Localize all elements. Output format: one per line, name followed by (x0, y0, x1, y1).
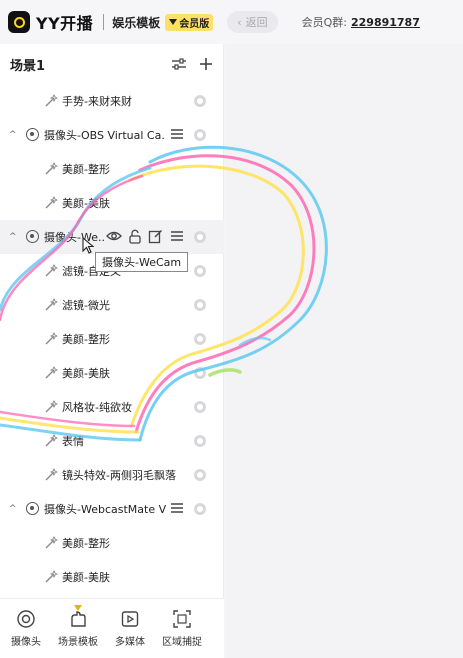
camera-icon (26, 128, 39, 141)
list-item[interactable]: 美颜-整形 (0, 526, 224, 560)
nav-label: 区域捕捉 (162, 637, 202, 648)
item-label: 摄像头-OBS Virtual Ca... (44, 129, 166, 142)
item-label: 表情 (62, 435, 84, 448)
preview-area (225, 44, 463, 658)
vip-badge: 会员版 (165, 13, 214, 31)
wand-icon (44, 263, 59, 281)
qq-group-number[interactable]: 229891787 (351, 16, 420, 29)
item-label: 手势-来财来财 (62, 95, 132, 108)
eye-icon[interactable] (106, 230, 122, 242)
menu-icon[interactable] (170, 502, 184, 514)
visibility-dot-icon[interactable] (194, 129, 206, 141)
item-label: 风格妆-纯欲妆 (62, 401, 132, 414)
tooltip-text: 摄像头-WeCam (102, 256, 182, 269)
wand-icon (44, 161, 59, 179)
list-item[interactable]: 风格妆-纯欲妆 (0, 390, 224, 424)
visibility-dot-icon[interactable] (194, 367, 206, 379)
visibility-dot-icon[interactable] (194, 265, 206, 277)
visibility-dot-icon[interactable] (194, 503, 206, 515)
wand-icon (44, 399, 59, 417)
list-item[interactable]: 美颜-整形 (0, 152, 224, 186)
item-label: 美颜-整形 (62, 333, 110, 346)
nav-label: 摄像头 (11, 637, 41, 648)
list-item[interactable]: 手势-来财来财 (0, 84, 224, 118)
app-brand: YY开播 (36, 14, 94, 33)
nav-scene-template[interactable]: 场景模板 (52, 599, 104, 658)
scene-header: 场景1 (0, 44, 223, 84)
top-bar: YY开播 娱乐模板 会员版 ‹ 返回 会员Q群: 229891787 (0, 0, 463, 44)
list-item[interactable]: 美颜-美肤 (0, 356, 224, 390)
wand-icon (44, 467, 59, 485)
visibility-dot-icon[interactable] (194, 401, 206, 413)
list-item[interactable]: 滤镜-微光 (0, 288, 224, 322)
wand-icon (44, 433, 59, 451)
visibility-dot-icon[interactable] (194, 299, 206, 311)
wand-icon (44, 569, 59, 587)
wand-icon (44, 93, 59, 111)
source-panel: 场景1 手势-来财来财 ^ 摄像头-OBS Virtual Ca... 美颜-整… (0, 44, 224, 658)
camera-icon (16, 609, 36, 629)
wand-icon (44, 297, 59, 315)
camera-row[interactable]: ^ 摄像头-OBS Virtual Ca... (0, 118, 224, 152)
qq-group-label: 会员Q群: (301, 16, 347, 29)
divider (103, 14, 105, 30)
back-label: 返回 (245, 16, 268, 29)
camera-row-selected[interactable]: ^ 摄像头-We... (0, 220, 224, 254)
nav-label: 场景模板 (58, 637, 98, 648)
template-icon (68, 609, 88, 629)
list-item[interactable]: 表情 (0, 424, 224, 458)
item-label: 摄像头-We... (44, 231, 106, 244)
diamond-icon (169, 19, 178, 25)
list-item[interactable]: 美颜-整形 (0, 322, 224, 356)
nav-multimedia[interactable]: 多媒体 (104, 599, 156, 658)
chevron-left-icon: ‹ (237, 15, 242, 29)
visibility-dot-icon[interactable] (194, 95, 206, 107)
item-label: 镜头特效-两侧羽毛飘落 (62, 469, 176, 482)
nav-camera[interactable]: 摄像头 (0, 599, 52, 658)
menu-icon[interactable] (170, 128, 184, 140)
wand-icon (44, 365, 59, 383)
capture-icon (172, 609, 192, 629)
scene-title: 场景1 (10, 58, 46, 74)
chevron-up-icon[interactable]: ^ (9, 130, 17, 140)
wand-icon (44, 331, 59, 349)
nav-label: 多媒体 (115, 637, 145, 648)
visibility-dot-icon[interactable] (194, 435, 206, 447)
wand-icon (44, 535, 59, 553)
mode-title: 娱乐模板 (112, 15, 161, 30)
item-label: 美颜-整形 (62, 537, 110, 550)
vip-badge-label: 会员版 (179, 18, 210, 30)
media-icon (120, 609, 140, 629)
edit-icon[interactable] (148, 229, 163, 244)
add-icon[interactable] (199, 57, 213, 71)
nav-region-capture[interactable]: 区域捕捉 (156, 599, 208, 658)
list-item[interactable]: 美颜-美肤 (0, 560, 224, 594)
camera-row[interactable]: ^ 摄像头-WebcastMate Vi... (0, 492, 224, 526)
item-label: 美颜-美肤 (62, 197, 110, 210)
camera-icon (26, 230, 39, 243)
list-item[interactable]: 镜头特效-两侧羽毛飘落 (0, 458, 224, 492)
unlock-icon[interactable] (128, 229, 142, 244)
visibility-dot-icon[interactable] (194, 469, 206, 481)
item-label: 美颜-美肤 (62, 571, 110, 584)
item-label: 摄像头-WebcastMate Vi... (44, 503, 166, 516)
menu-icon[interactable] (170, 230, 184, 242)
adjust-icon[interactable] (171, 57, 187, 71)
visibility-dot-icon[interactable] (194, 333, 206, 345)
mouse-cursor-icon (82, 237, 95, 254)
bottom-nav: 摄像头 场景模板 多媒体 区域捕捉 (0, 598, 224, 658)
diamond-icon (74, 605, 82, 611)
visibility-dot-icon[interactable] (194, 231, 206, 243)
back-button[interactable]: ‹ 返回 (227, 11, 278, 33)
chevron-up-icon[interactable]: ^ (9, 232, 17, 242)
item-label: 美颜-整形 (62, 163, 110, 176)
wand-icon (44, 195, 59, 213)
chevron-up-icon[interactable]: ^ (9, 504, 17, 514)
app-logo-icon (8, 11, 30, 33)
tooltip: 摄像头-WeCam (95, 252, 189, 272)
item-label: 美颜-美肤 (62, 367, 110, 380)
camera-icon (26, 502, 39, 515)
list-item[interactable]: 美颜-美肤 (0, 186, 224, 220)
item-label: 滤镜-微光 (62, 299, 110, 312)
